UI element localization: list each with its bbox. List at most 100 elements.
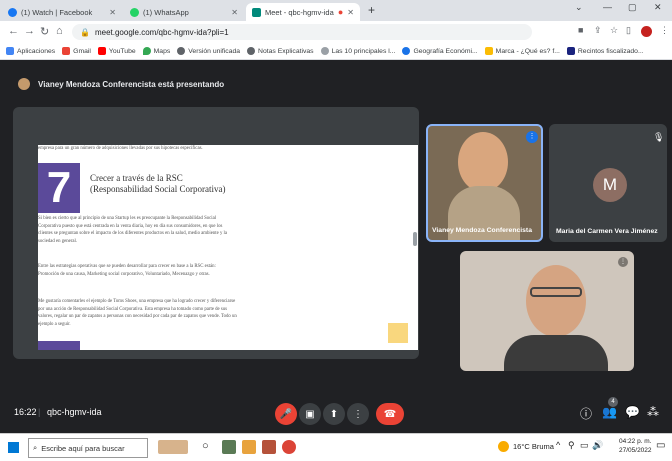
info-icon[interactable]: ⓘ [580, 405, 592, 422]
participant-tile-vianey[interactable]: ⋮ Vianey Mendoza Conferencista [426, 124, 543, 242]
bookmark-label: Gmail [73, 47, 91, 55]
windows-start-icon[interactable] [8, 442, 19, 453]
tab-facebook[interactable]: (1) Watch | Facebook ✕ [2, 3, 122, 21]
separator: | [38, 407, 41, 417]
close-window-icon[interactable]: ✕ [654, 2, 662, 13]
tab-title: (1) Watch | Facebook [21, 7, 93, 17]
task-view-icon[interactable]: ○ [202, 440, 209, 452]
taskbar-search[interactable]: ⌕ Escribe aquí para buscar [28, 438, 148, 458]
presenting-label: Vianey Mendoza Conferencista está presen… [38, 80, 225, 89]
volume-icon[interactable]: 🔊 [592, 440, 603, 451]
notifications-icon[interactable]: ▭ [656, 440, 665, 451]
meeting-time: 16:22 [14, 407, 37, 417]
maximize-icon[interactable]: ▢ [628, 2, 637, 13]
bookmark-marca[interactable]: Marca - ¿Qué es? f... [484, 47, 560, 55]
taskbar-app-icon[interactable] [222, 440, 236, 454]
search-icon: ⌕ [33, 443, 38, 452]
bookmark-recintos[interactable]: Recintos fiscalizado... [566, 47, 644, 55]
home-icon[interactable]: ⌂ [56, 25, 63, 37]
scrollbar[interactable] [413, 232, 417, 246]
bookmark-label: Geografía Económi... [413, 47, 478, 55]
glasses [530, 287, 582, 297]
bookmark-las-10[interactable]: Las 10 principales l... [320, 47, 396, 55]
bookmark-label: YouTube [108, 47, 136, 55]
bookmark-apps[interactable]: Aplicaciones [6, 47, 55, 55]
share-icon[interactable]: ⇪ [594, 25, 602, 36]
tab-whatsapp[interactable]: (1) WhatsApp ✕ [124, 3, 244, 21]
profile-avatar[interactable] [641, 26, 652, 37]
participant-tile-maria[interactable]: M 🎙 Maria del Carmen Vera Jiménez [549, 124, 667, 242]
gmail-icon [62, 47, 71, 55]
chat-icon[interactable]: 💬 [625, 405, 640, 419]
youtube-icon [97, 47, 106, 55]
people-icon[interactable]: 👥 [602, 405, 617, 419]
clock[interactable]: 04:22 p. m. 27/05/2022 [619, 437, 652, 455]
tab-search-icon[interactable]: ⌄ [575, 2, 583, 13]
bookmark-youtube[interactable]: YouTube [97, 47, 136, 55]
bookmark-geografia[interactable]: Geografía Económi... [402, 47, 478, 55]
presenter-avatar [18, 78, 30, 90]
camera-indicator-icon[interactable]: ■ [578, 25, 583, 35]
activities-icon[interactable]: ⁂ [647, 405, 659, 419]
close-icon[interactable]: ✕ [231, 8, 238, 17]
doc-paragraph: Si bien es cierto que al principio de un… [38, 216, 228, 244]
bookmark-label: Las 10 principales l... [331, 47, 396, 55]
apps-grid-icon [6, 47, 14, 55]
doc-heading: Crecer a través de la RSC (Responsabilid… [90, 173, 225, 195]
file-explorer-icon[interactable] [242, 440, 256, 454]
chrome-icon[interactable] [282, 440, 296, 454]
participant-count-badge: 4 [608, 397, 618, 407]
weather-text: 16°C Bruma [513, 442, 554, 451]
maps-icon [142, 47, 151, 55]
network-icon[interactable]: ⚲ [568, 440, 575, 451]
doc-intro: empresa para un gran número de adquisici… [38, 146, 203, 151]
doc-number-badge-next [38, 341, 80, 350]
audio-level-icon: ⋮ [526, 131, 538, 143]
star-icon[interactable]: ☆ [610, 25, 618, 36]
tab-title: Meet - qbc-hgmv-ida [265, 7, 334, 17]
bookmark-label: Versión unificada [188, 47, 241, 55]
camera-button[interactable]: ▣ [299, 403, 321, 425]
close-icon[interactable]: ✕ [109, 8, 116, 17]
new-tab-button[interactable]: + [368, 3, 375, 17]
participant-face [526, 265, 586, 337]
bookmark-label: Notas Explicativas [258, 47, 314, 55]
taskbar-news-icon[interactable] [158, 440, 188, 454]
globe-icon [320, 47, 329, 55]
lock-icon: 🔒 [80, 27, 90, 37]
bookmark-label: Recintos fiscalizado... [577, 47, 644, 55]
taskbar-app-icon[interactable] [262, 440, 276, 454]
bookmark-notas[interactable]: Notas Explicativas [247, 47, 314, 55]
tray-up-icon[interactable]: ^ [556, 440, 560, 450]
tile-options-icon[interactable]: ⋮ [618, 257, 628, 267]
doc-number-badge: 7 [38, 163, 80, 213]
forward-icon[interactable]: → [24, 25, 35, 37]
bookmark-label: Maps [153, 47, 171, 55]
back-icon[interactable]: ← [8, 25, 19, 37]
address-bar[interactable]: 🔒 meet.google.com/qbc-hgmv-ida?pli=1 [72, 24, 532, 40]
browser-toolbar: ← → ↻ ⌂ 🔒 meet.google.com/qbc-hgmv-ida?p… [0, 21, 672, 43]
participant-avatar: M [593, 168, 627, 202]
reload-icon[interactable]: ↻ [40, 25, 49, 38]
doc-logo [388, 323, 408, 343]
bookmark-maps[interactable]: Maps [142, 47, 171, 55]
present-button[interactable]: ⬆ [323, 403, 345, 425]
more-options-button[interactable]: ⋮ [347, 403, 369, 425]
self-view-tile[interactable]: ⋮ [460, 251, 634, 371]
folder-icon [484, 47, 493, 55]
hang-up-button[interactable]: ☎ [376, 403, 404, 425]
clock-date: 27/05/2022 [619, 447, 652, 454]
minimize-icon[interactable]: — [603, 2, 612, 12]
bookmark-version[interactable]: Versión unificada [177, 47, 240, 55]
menu-icon[interactable]: ⋮ [660, 25, 669, 36]
battery-icon[interactable]: ▭ [580, 440, 589, 451]
bookmark-label: Marca - ¿Qué es? f... [495, 47, 560, 55]
close-icon[interactable]: ✕ [347, 8, 354, 17]
tab-meet[interactable]: Meet - qbc-hgmv-ida ● ✕ [246, 3, 360, 21]
sidepanel-icon[interactable]: ▯ [626, 25, 631, 36]
mic-off-icon: 🎙 [653, 132, 665, 142]
globe-icon [247, 47, 256, 55]
bookmark-gmail[interactable]: Gmail [62, 47, 91, 55]
mic-off-button[interactable]: 🎤 [275, 403, 297, 425]
participant-body [504, 335, 608, 371]
